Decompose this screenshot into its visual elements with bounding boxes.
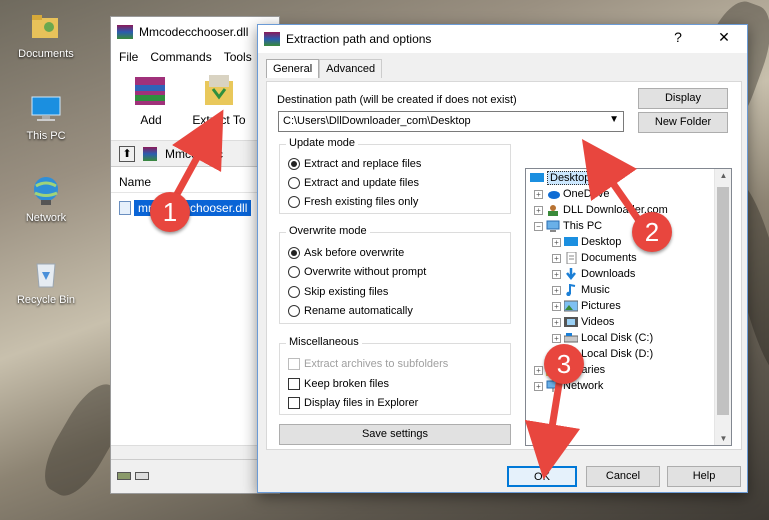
arrow-step-1 (171, 109, 224, 198)
step-3-badge: 3 (544, 344, 584, 384)
step-2-badge: 2 (632, 212, 672, 252)
arrow-step-2 (581, 139, 643, 225)
step-1-badge: 1 (150, 192, 190, 232)
annotation-arrows (171, 109, 643, 480)
arrow-step-3 (524, 377, 581, 480)
